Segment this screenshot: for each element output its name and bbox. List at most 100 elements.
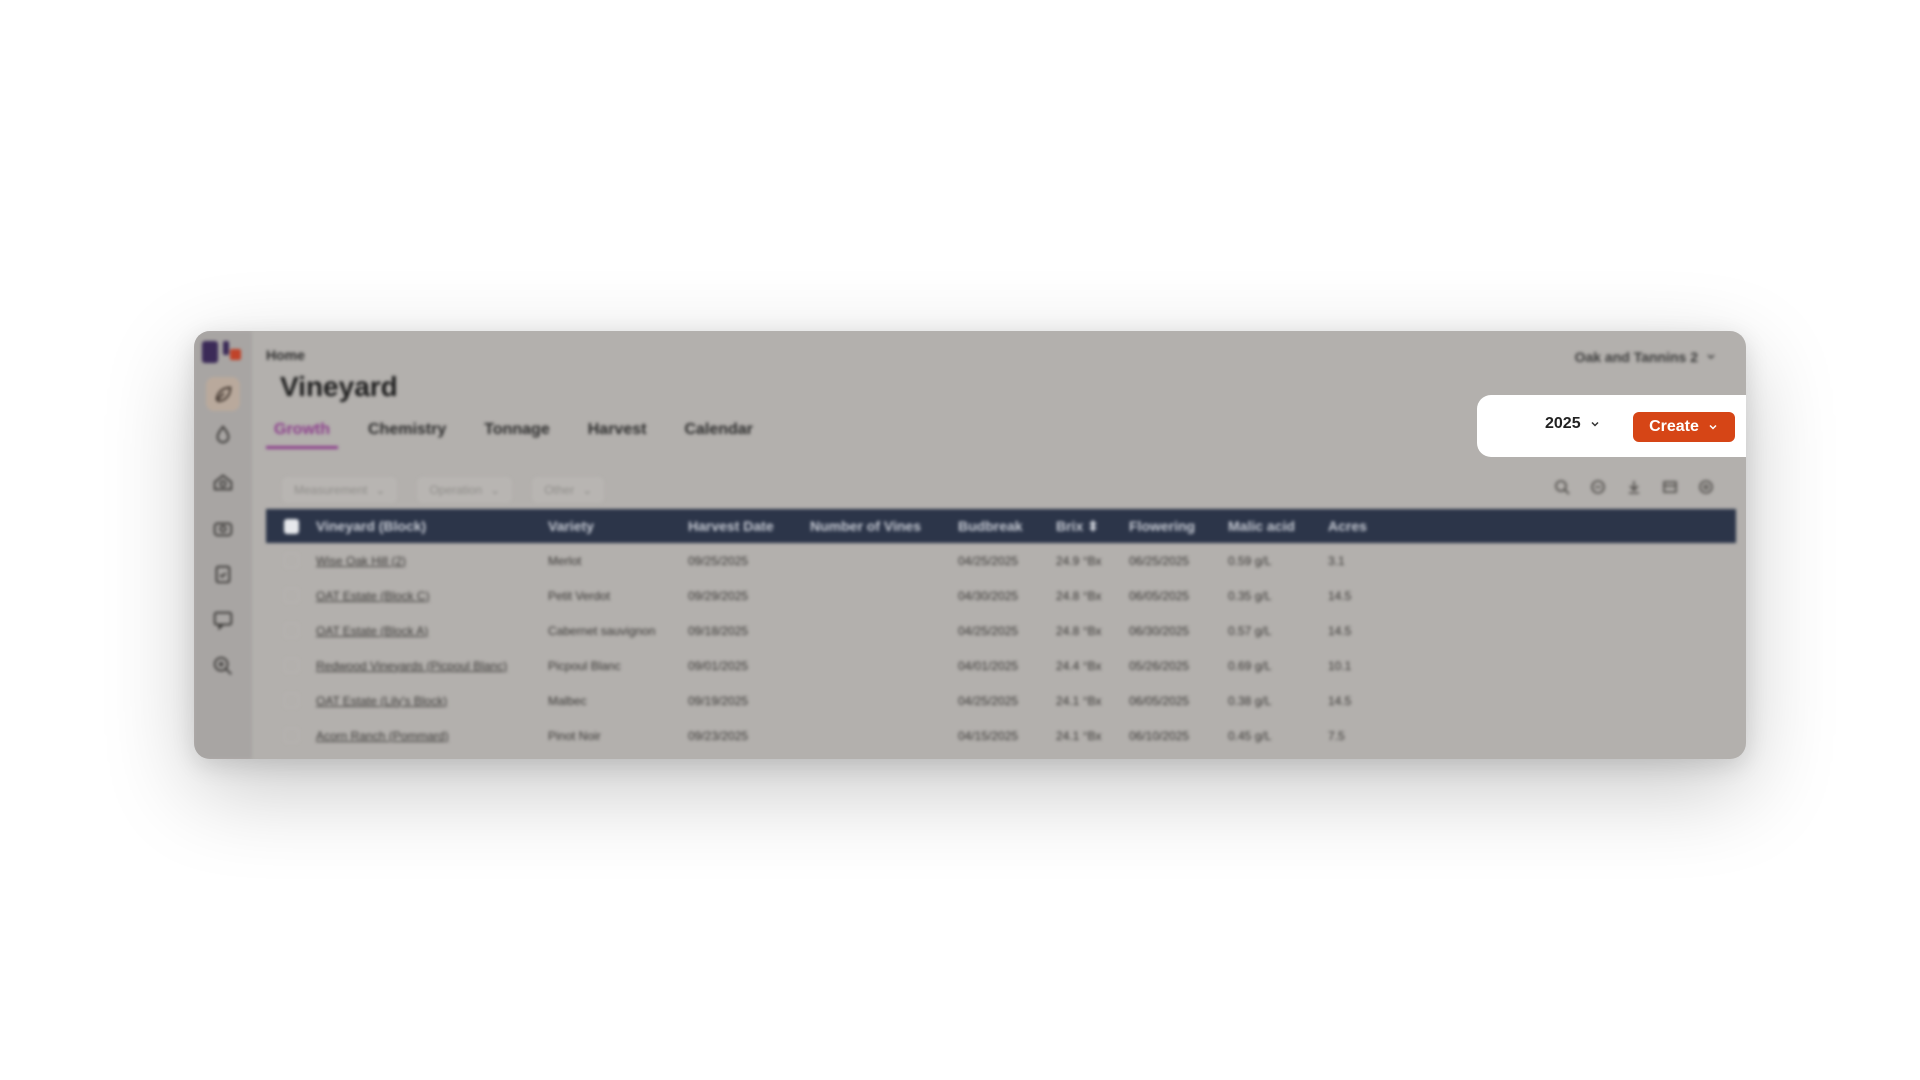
download-icon[interactable] (1624, 477, 1644, 497)
app-logo[interactable] (202, 341, 246, 367)
nav-clipboard-icon[interactable] (206, 557, 240, 591)
tab-calendar[interactable]: Calendar (676, 417, 760, 449)
nav-leaf-icon[interactable] (206, 377, 240, 411)
table-cell-variety: Cabernet sauvignon (548, 623, 656, 638)
filter-label: Measurement (294, 483, 368, 497)
highlighted-actions: 2025 Create (1477, 395, 1746, 457)
row-checkbox[interactable] (266, 693, 316, 708)
create-label: Create (1649, 418, 1699, 435)
filter-operation[interactable]: Operation ⌄ (417, 477, 513, 503)
chevron-down-icon: ⌄ (582, 483, 593, 497)
column-header[interactable]: Flowering (1129, 518, 1228, 534)
table-cell-brix: 24.9 °Bx (1056, 553, 1102, 568)
table-header: Vineyard (Block) Variety Harvest Date Nu… (266, 509, 1736, 543)
table-cell-budbreak: 04/01/2025 (958, 658, 1019, 673)
vineyard-table: Vineyard (Block) Variety Harvest Date Nu… (266, 509, 1736, 753)
column-header[interactable]: Acres (1328, 518, 1388, 534)
filter-other[interactable]: Other ⌄ (532, 477, 605, 503)
column-header[interactable]: Number of Vines (810, 518, 958, 534)
table-row: OAT Estate (Lily's Block) Malbec 09/19/202… (266, 683, 1736, 718)
column-header[interactable]: Harvest Date (688, 518, 810, 534)
column-header[interactable]: Budbreak (958, 518, 1056, 534)
table-cell-acres: 3.1 (1328, 553, 1345, 568)
table-body: Wise Oak Hill (2) Merlot 09/25/2025 04/25/2… (266, 543, 1736, 753)
table-cell-budbreak: 04/15/2025 (958, 728, 1019, 743)
nav-barrel-icon[interactable] (206, 465, 240, 499)
vineyard-link[interactable]: OAT Estate (Block C) (316, 589, 548, 603)
org-name: Oak and Tannins 2 (1574, 349, 1698, 365)
nav-search-plus-icon[interactable] (206, 649, 240, 683)
table-row: Redwood Vineyards (Picpoul Blanc) Picpoul… (266, 648, 1736, 683)
row-checkbox[interactable] (266, 623, 316, 638)
columns-icon[interactable] (1660, 477, 1680, 497)
vineyard-link[interactable]: OAT Estate (Block A) (316, 624, 548, 638)
column-header[interactable]: Vineyard (Block) (316, 518, 548, 534)
table-cell-flowering: 06/05/2025 (1129, 693, 1190, 708)
table-cell-malic: 0.38 g/L (1228, 693, 1272, 708)
table-cell-brix: 24.8 °Bx (1056, 588, 1102, 603)
vineyard-link[interactable]: Acorn Ranch (Pommard) (316, 729, 548, 743)
select-all-checkbox[interactable] (266, 518, 316, 534)
breadcrumb[interactable]: Home (266, 347, 305, 363)
table-cell-brix: 24.1 °Bx (1056, 693, 1102, 708)
table-cell-harvest: 09/29/2025 (688, 588, 749, 603)
tab-tonnage[interactable]: Tonnage (476, 417, 557, 449)
chevron-down-icon: ⌄ (375, 483, 386, 497)
table-row: OAT Estate (Block A) Cabernet sauvignon 09… (266, 613, 1736, 648)
table-cell-malic: 0.69 g/L (1228, 658, 1272, 673)
print-icon[interactable] (1588, 477, 1608, 497)
sidebar (194, 331, 252, 759)
table-cell-malic: 0.57 g/L (1228, 623, 1272, 638)
settings-icon[interactable] (1696, 477, 1716, 497)
tab-chemistry[interactable]: Chemistry (360, 417, 454, 449)
table-cell-malic: 0.35 g/L (1228, 588, 1272, 603)
table-cell-variety: Merlot (548, 553, 582, 568)
table-cell-malic: 0.45 g/L (1228, 728, 1272, 743)
column-header[interactable]: Malic acid (1228, 518, 1328, 534)
vineyard-link[interactable]: OAT Estate (Lily's Block) (316, 694, 548, 708)
tab-harvest[interactable]: Harvest (580, 417, 655, 449)
table-toolbar (1552, 477, 1716, 497)
row-checkbox[interactable] (266, 553, 316, 568)
year-select[interactable]: 2025 (1545, 415, 1601, 433)
table-cell-flowering: 06/05/2025 (1129, 588, 1190, 603)
filter-label: Operation (429, 483, 483, 497)
table-cell-variety: Pinot Noir (548, 728, 601, 743)
table-cell-acres: 14.5 (1328, 623, 1352, 638)
table-cell-flowering: 06/10/2025 (1129, 728, 1190, 743)
table-cell-harvest: 09/23/2025 (688, 728, 749, 743)
column-header[interactable]: Variety (548, 518, 688, 534)
table-cell-acres: 7.5 (1328, 728, 1345, 743)
table-cell-variety: Picpoul Blanc (548, 658, 621, 673)
nav-drop-icon[interactable] (206, 418, 240, 452)
table-cell-harvest: 09/25/2025 (688, 553, 749, 568)
page-title: Vineyard (280, 371, 398, 402)
table-cell-brix: 24.4 °Bx (1056, 658, 1102, 673)
filter-label: Other (544, 483, 575, 497)
table-cell-harvest: 09/01/2025 (688, 658, 749, 673)
chevron-down-icon: ⌄ (490, 483, 501, 497)
org-switcher[interactable]: Oak and Tannins 2 (1575, 349, 1716, 365)
table-cell-brix: 24.1 °Bx (1056, 728, 1102, 743)
table-cell-acres: 14.5 (1328, 693, 1352, 708)
vineyard-link[interactable]: Redwood Vineyards (Picpoul Blanc) (316, 659, 548, 673)
row-checkbox[interactable] (266, 728, 316, 743)
filter-measurement[interactable]: Measurement ⌄ (282, 477, 398, 503)
table-cell-acres: 10.1 (1328, 658, 1352, 673)
nav-camera-icon[interactable] (206, 511, 240, 545)
row-checkbox[interactable] (266, 658, 316, 673)
nav-chat-icon[interactable] (206, 603, 240, 637)
filter-bar: Measurement ⌄ Operation ⌄ Other ⌄ (282, 477, 605, 503)
search-icon[interactable] (1552, 477, 1572, 497)
tab-bar: Growth Chemistry Tonnage Harvest Calenda… (266, 417, 761, 449)
vineyard-link[interactable]: Wise Oak Hill (2) (316, 554, 548, 568)
table-cell-brix: 24.8 °Bx (1056, 623, 1102, 638)
create-button[interactable]: Create (1633, 412, 1735, 442)
tab-growth[interactable]: Growth (266, 417, 338, 449)
column-header-brix[interactable]: Brix ⬍ (1056, 518, 1129, 535)
table-cell-flowering: 06/25/2025 (1129, 553, 1190, 568)
table-cell-acres: 14.5 (1328, 588, 1352, 603)
table-cell-variety: Petit Verdot (548, 588, 611, 603)
column-header-label: Brix (1056, 517, 1084, 534)
row-checkbox[interactable] (266, 588, 316, 603)
